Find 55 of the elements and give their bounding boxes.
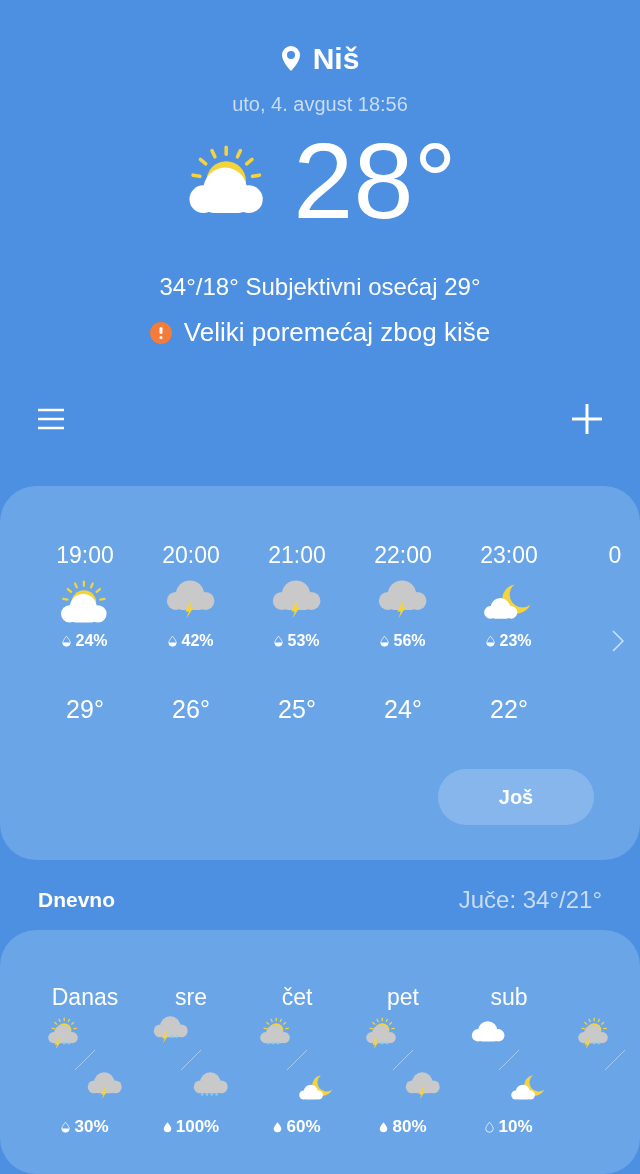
- diagonal-divider: [75, 1049, 95, 1070]
- precipitation-chance: 53%: [287, 631, 320, 651]
- current-temperature: 28°: [293, 127, 457, 235]
- diagonal-divider: [181, 1049, 201, 1070]
- precipitation-chance: 100%: [175, 1115, 220, 1138]
- raindrop-icon: [486, 635, 496, 647]
- precipitation-chance: 24%: [75, 631, 108, 651]
- day-label: sub: [490, 982, 528, 1010]
- hour-label: 23:00: [480, 541, 538, 568]
- menu-icon[interactable]: [38, 408, 64, 430]
- raindrop-icon: [379, 1120, 389, 1133]
- raindrop-icon: [168, 635, 178, 647]
- hour-temperature: 25°: [278, 694, 316, 725]
- precipitation-chance: 80%: [392, 1115, 427, 1138]
- diagonal-divider: [287, 1049, 307, 1070]
- day-label: Danas: [51, 982, 119, 1010]
- high-low-feels-like: 34°/18° Subjektivni osećaj 29°: [159, 272, 481, 302]
- raindrop-icon: [62, 635, 72, 647]
- more-button[interactable]: Još: [438, 768, 594, 825]
- day-label: sre: [175, 982, 207, 1010]
- hour-label: 21:00: [268, 541, 326, 568]
- date-time: uto, 4. avgust 18:56: [232, 92, 408, 117]
- day-label: pet: [387, 982, 419, 1010]
- yesterday-temperature: Juče: 34°/21°: [458, 884, 602, 915]
- hour-temperature: 26°: [172, 694, 210, 725]
- raindrop-icon: [485, 1120, 495, 1133]
- precipitation-chance: 60%: [286, 1115, 321, 1138]
- precipitation-chance: 30%: [74, 1115, 109, 1138]
- hour-label: 20:00: [162, 541, 220, 568]
- day-label: čet: [281, 982, 313, 1010]
- precipitation-chance: 56%: [393, 631, 426, 651]
- hour-temperature: 24°: [384, 694, 422, 725]
- alert-text: Veliki poremećaj zbog kiše: [183, 316, 491, 349]
- hour-label: 0: [608, 541, 622, 568]
- precipitation-chance: 23%: [499, 631, 532, 651]
- location-pin-icon: [280, 45, 301, 72]
- hour-temperature: 29°: [66, 694, 104, 725]
- add-icon[interactable]: [572, 404, 602, 434]
- precipitation-chance: 10%: [498, 1115, 533, 1138]
- hour-temperature: 22°: [490, 694, 528, 725]
- raindrop-icon: [273, 1120, 283, 1133]
- diagonal-divider: [499, 1049, 519, 1070]
- location-name: Niš: [312, 41, 360, 77]
- section-title: Dnevno: [38, 887, 115, 914]
- diagonal-divider: [605, 1049, 625, 1070]
- raindrop-icon: [274, 635, 284, 647]
- chevron-right-icon[interactable]: [612, 630, 624, 652]
- raindrop-icon: [162, 1120, 172, 1133]
- diagonal-divider: [393, 1049, 413, 1070]
- raindrop-icon: [61, 1120, 71, 1133]
- hour-label: 22:00: [374, 541, 432, 568]
- alert-icon: [149, 321, 172, 344]
- precipitation-chance: 42%: [181, 631, 214, 651]
- hour-label: 19:00: [56, 541, 114, 568]
- raindrop-icon: [380, 635, 390, 647]
